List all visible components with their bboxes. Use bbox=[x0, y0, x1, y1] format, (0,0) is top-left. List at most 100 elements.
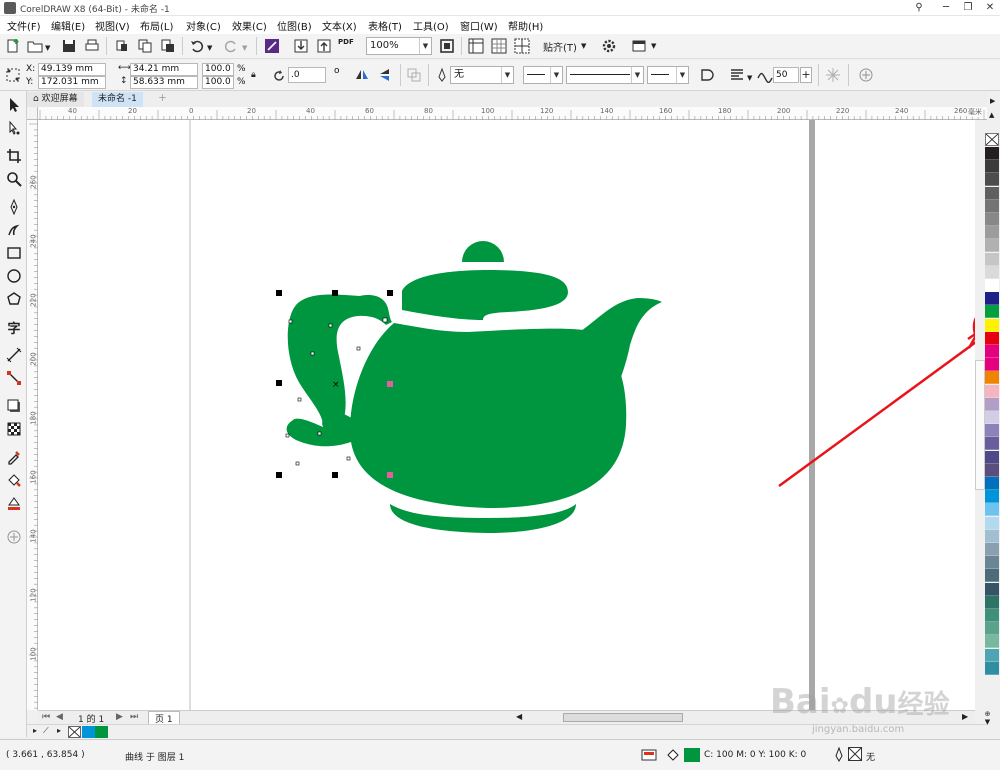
x-position-field[interactable]: 49.139 mm bbox=[38, 63, 106, 76]
convert-to-curves-icon[interactable] bbox=[405, 66, 423, 84]
crop-tool-icon[interactable] bbox=[4, 146, 24, 166]
interactive-fill-icon[interactable] bbox=[4, 470, 24, 490]
palette-scrollbar[interactable] bbox=[975, 360, 985, 490]
outline-width-select[interactable]: 无 ▼ bbox=[450, 66, 514, 84]
save-icon[interactable] bbox=[60, 37, 78, 55]
vertical-ruler[interactable]: 260 240 220 200 180 160 140 120 100 bbox=[27, 120, 38, 710]
options-gear-icon[interactable] bbox=[600, 37, 618, 55]
ruler-corner[interactable] bbox=[27, 107, 38, 120]
redo-dropdown-icon[interactable]: ▼ bbox=[242, 44, 247, 52]
show-rulers-icon[interactable] bbox=[467, 37, 485, 55]
pick-tool-icon[interactable] bbox=[4, 95, 24, 115]
palette-swatch[interactable] bbox=[985, 160, 999, 174]
launcher-dropdown-icon[interactable]: ▼ bbox=[651, 42, 656, 50]
close-button[interactable]: ✕ bbox=[979, 0, 1000, 15]
eyedropper-small-icon[interactable]: ⟋ bbox=[43, 726, 49, 736]
current-fill-swatch[interactable] bbox=[684, 748, 700, 762]
paste-icon[interactable] bbox=[159, 37, 177, 55]
palette-swatch[interactable] bbox=[985, 529, 999, 543]
add-icon[interactable] bbox=[857, 66, 875, 84]
palette-swatch[interactable] bbox=[985, 622, 999, 636]
undo-dropdown-icon[interactable]: ▼ bbox=[207, 44, 212, 52]
object-origin-icon[interactable] bbox=[4, 66, 22, 84]
rectangle-tool-icon[interactable] bbox=[4, 243, 24, 263]
h-scroll-right-icon[interactable]: ▶ bbox=[962, 712, 968, 721]
drawing-canvas[interactable]: × bbox=[38, 120, 975, 710]
artistic-media-icon[interactable] bbox=[4, 220, 24, 240]
palette-swatch[interactable] bbox=[985, 582, 999, 596]
menu-tools[interactable]: 工具(O) bbox=[413, 18, 449, 33]
print-icon[interactable] bbox=[83, 37, 101, 55]
line-style-select[interactable]: ▼ bbox=[566, 66, 644, 84]
horizontal-ruler[interactable]: 40 20 0 20 40 60 80 100 120 140 160 180 … bbox=[38, 107, 987, 120]
scale-height-field[interactable]: 100.0 bbox=[202, 76, 234, 89]
palette-swatch[interactable] bbox=[985, 345, 999, 358]
text-wrap-icon[interactable] bbox=[728, 66, 746, 84]
user-icon[interactable]: ⚲ bbox=[908, 0, 930, 15]
export-arrow-icon[interactable] bbox=[315, 37, 333, 55]
palette-swatch[interactable] bbox=[985, 543, 999, 556]
menu-edit[interactable]: 编辑(E) bbox=[51, 18, 85, 33]
open-dropdown-icon[interactable]: ▼ bbox=[45, 44, 50, 52]
ellipse-tool-icon[interactable] bbox=[4, 266, 24, 286]
zoom-tool-icon[interactable] bbox=[4, 169, 24, 189]
close-curve-icon[interactable] bbox=[698, 66, 716, 84]
color-proof-icon[interactable] bbox=[640, 746, 658, 764]
shape-tool-icon[interactable] bbox=[4, 118, 24, 138]
select-all-nodes-icon[interactable] bbox=[824, 66, 842, 84]
freehand-tool-icon[interactable] bbox=[4, 197, 24, 217]
palette-swatch[interactable] bbox=[985, 226, 999, 240]
menu-bitmaps[interactable]: 位图(B) bbox=[277, 18, 312, 33]
doc-blue-swatch[interactable] bbox=[82, 726, 95, 738]
palette-swatch[interactable] bbox=[985, 292, 999, 306]
palette-swatch[interactable] bbox=[985, 358, 999, 372]
teapot-drawing[interactable]: × bbox=[276, 241, 662, 533]
palette-swatch[interactable] bbox=[985, 411, 999, 424]
parallel-dimension-icon[interactable] bbox=[4, 345, 24, 365]
publish-pdf-icon[interactable]: PDF bbox=[338, 38, 354, 46]
y-position-field[interactable]: 172.031 mm bbox=[38, 76, 106, 89]
outline-color-swatch[interactable] bbox=[848, 747, 862, 761]
menu-window[interactable]: 窗口(W) bbox=[460, 18, 498, 33]
palette-swatch[interactable] bbox=[985, 371, 999, 385]
docpal-expand-icon[interactable]: ▸ bbox=[33, 726, 37, 735]
start-arrowhead-select[interactable]: ▼ bbox=[523, 66, 563, 84]
snap-to-menu[interactable]: 贴齐(T) bbox=[543, 39, 577, 54]
open-folder-icon[interactable] bbox=[26, 37, 44, 55]
connector-tool-icon[interactable] bbox=[4, 368, 24, 388]
horizontal-scrollbar-thumb[interactable] bbox=[563, 713, 683, 722]
palette-swatch[interactable] bbox=[985, 384, 999, 398]
menu-object[interactable]: 对象(C) bbox=[186, 18, 221, 33]
minimize-button[interactable]: ─ bbox=[935, 0, 957, 15]
smoothing-slider-button[interactable]: + bbox=[800, 67, 812, 83]
height-field[interactable]: 58.633 mm bbox=[130, 76, 198, 89]
palette-swatch[interactable] bbox=[985, 252, 999, 266]
palette-swatch[interactable] bbox=[985, 437, 999, 451]
palette-swatch[interactable] bbox=[985, 424, 999, 438]
polygon-tool-icon[interactable] bbox=[4, 289, 24, 309]
undo-icon[interactable] bbox=[188, 37, 206, 55]
menu-file[interactable]: 文件(F) bbox=[7, 18, 41, 33]
palette-swatch[interactable] bbox=[985, 173, 999, 187]
search-content-icon[interactable] bbox=[263, 37, 281, 55]
width-field[interactable]: 34.21 mm bbox=[130, 63, 198, 76]
next-page-icon[interactable]: ▶ bbox=[116, 712, 123, 722]
smoothing-value-field[interactable]: 50 bbox=[773, 67, 799, 83]
first-page-icon[interactable]: ⏮ bbox=[42, 712, 50, 722]
palette-swatch[interactable] bbox=[985, 397, 999, 411]
no-color-swatch[interactable] bbox=[985, 133, 999, 146]
palette-swatch[interactable] bbox=[985, 503, 999, 517]
tab-welcome-screen[interactable]: ⌂ 欢迎屏幕 bbox=[27, 92, 84, 107]
drop-shadow-icon[interactable] bbox=[4, 396, 24, 416]
scale-width-field[interactable]: 100.0 bbox=[202, 63, 234, 76]
palette-swatch[interactable] bbox=[985, 490, 999, 504]
palette-swatch[interactable] bbox=[985, 648, 999, 662]
show-grid-icon[interactable] bbox=[490, 37, 508, 55]
transparency-tool-icon[interactable] bbox=[4, 419, 24, 439]
palette-swatch[interactable] bbox=[985, 450, 999, 464]
palette-scroll-right-icon[interactable]: ▶ bbox=[990, 97, 995, 105]
h-scroll-left-icon[interactable]: ◀ bbox=[516, 712, 522, 721]
eyedropper-tool-icon[interactable] bbox=[4, 447, 24, 467]
palette-swatch[interactable] bbox=[985, 516, 999, 530]
palette-swatch[interactable] bbox=[985, 318, 999, 332]
